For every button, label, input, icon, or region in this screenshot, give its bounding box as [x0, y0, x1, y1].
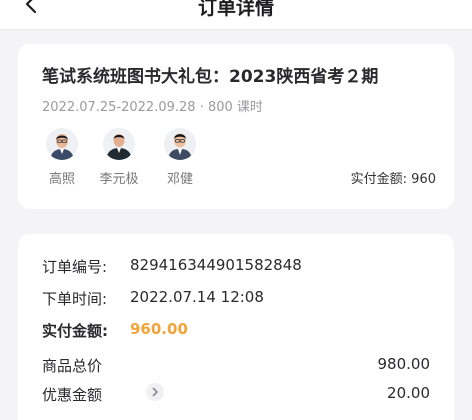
chevron-right-icon[interactable] [146, 383, 164, 401]
goods-total-row: 商品总价 980.00 [42, 355, 430, 379]
goods-total-label: 商品总价 [42, 357, 103, 375]
teacher-avatar [103, 128, 135, 160]
top-bar: 订单详情 [0, 0, 472, 30]
paid-amount-label: 实付金额: [42, 322, 108, 340]
course-schedule: 2022.07.25-2022.09.28 · 800 课时 [42, 100, 263, 115]
goods-total-value: 980.00 [377, 355, 431, 373]
page-title: 订单详情 [197, 0, 274, 19]
discount-row[interactable]: 优惠金额 20.00 [42, 383, 430, 408]
teacher-item: 高照 [36, 128, 88, 187]
paid-amount-summary: 实付金额: 960 [350, 172, 436, 187]
teacher-item: 邓健 [154, 128, 206, 187]
order-time-row: 下单时间: 2022.07.14 12:08 [42, 288, 430, 312]
course-title: 笔试系统班图书大礼包：2023陕西省考２期 [42, 67, 379, 87]
discount-label: 优惠金额 [42, 386, 103, 404]
teacher-name: 高照 [48, 172, 75, 187]
teacher-avatar [46, 128, 78, 160]
teacher-name: 邓健 [166, 172, 193, 187]
order-time-value: 2022.07.14 12:08 [130, 288, 264, 306]
order-number-row: 订单编号: 829416344901582848 [42, 256, 430, 280]
paid-amount-value: 960.00 [130, 320, 188, 338]
teacher-avatar [164, 128, 196, 160]
teacher-name: 李元极 [99, 172, 139, 187]
order-number-label: 订单编号: [42, 258, 108, 276]
order-info-card: 订单编号: 829416344901582848 下单时间: 2022.07.1… [18, 234, 454, 420]
paid-amount-row: 实付金额: 960.00 [42, 320, 430, 344]
course-card[interactable]: 笔试系统班图书大礼包：2023陕西省考２期 2022.07.25-2022.09… [18, 44, 454, 209]
order-number-value[interactable]: 829416344901582848 [130, 256, 302, 274]
order-time-label: 下单时间: [42, 290, 108, 308]
teacher-item: 李元极 [93, 128, 145, 187]
discount-value: 20.00 [387, 384, 430, 402]
